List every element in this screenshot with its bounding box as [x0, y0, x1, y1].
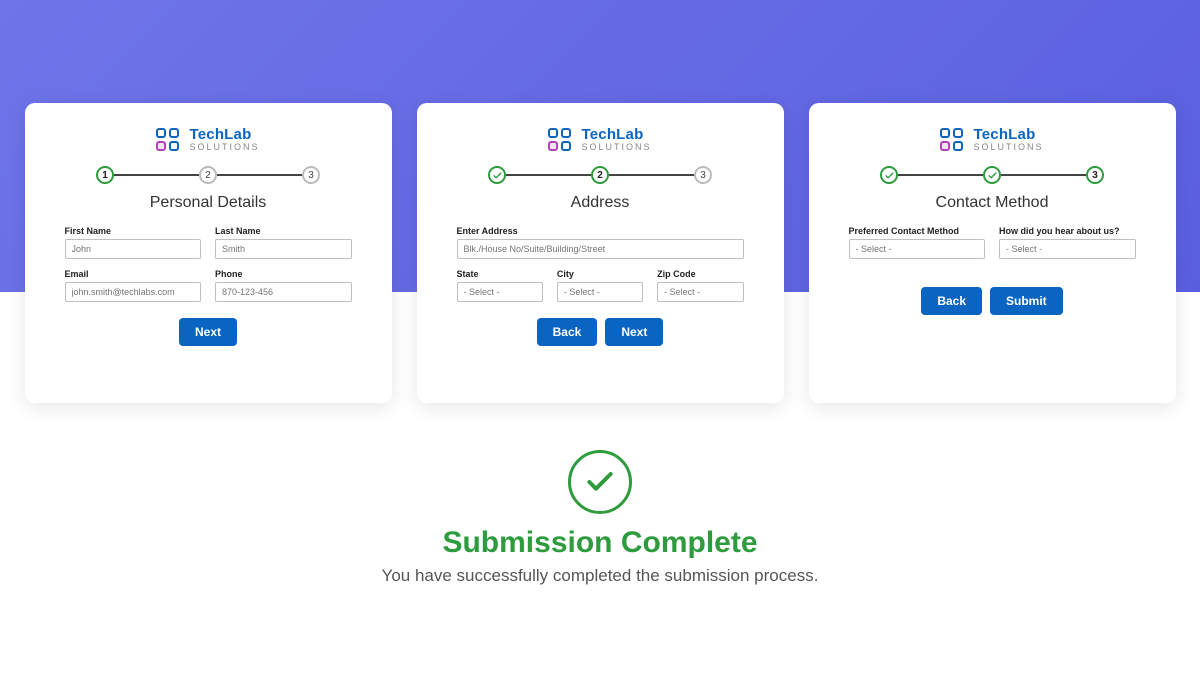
first-name-input[interactable] — [65, 239, 202, 259]
submission-complete: Submission Complete You have successfull… — [0, 450, 1200, 586]
brand-sub: SOLUTIONS — [973, 143, 1043, 152]
city-select[interactable] — [557, 282, 643, 302]
step-3: 3 — [302, 166, 320, 184]
success-check-icon — [568, 450, 632, 514]
brand-name: TechLab — [189, 127, 259, 143]
step-line — [1001, 174, 1086, 176]
check-icon — [492, 170, 503, 181]
brand-sub: SOLUTIONS — [189, 143, 259, 152]
complete-title: Submission Complete — [0, 526, 1200, 560]
card-address: TechLab SOLUTIONS 2 3 Address Enter Addr… — [417, 103, 784, 403]
field-phone: Phone — [215, 269, 352, 302]
back-button[interactable]: Back — [537, 318, 598, 346]
stepper: 3 — [849, 166, 1136, 184]
logo-mark-icon — [156, 128, 179, 151]
step-line — [217, 174, 302, 176]
hear-about-label: How did you hear about us? — [999, 226, 1136, 236]
email-input[interactable] — [65, 282, 202, 302]
email-label: Email — [65, 269, 202, 279]
zip-select[interactable] — [657, 282, 743, 302]
phone-label: Phone — [215, 269, 352, 279]
hear-about-select[interactable] — [999, 239, 1136, 259]
next-button[interactable]: Next — [179, 318, 237, 346]
state-select[interactable] — [457, 282, 543, 302]
step-line — [506, 174, 591, 176]
brand-logo: TechLab SOLUTIONS — [65, 127, 352, 152]
preferred-contact-select[interactable] — [849, 239, 986, 259]
brand-sub: SOLUTIONS — [581, 143, 651, 152]
brand-text: TechLab SOLUTIONS — [189, 127, 259, 152]
step-1-done — [880, 166, 898, 184]
field-address: Enter Address — [457, 226, 744, 259]
section-title: Personal Details — [65, 194, 352, 212]
phone-input[interactable] — [215, 282, 352, 302]
last-name-input[interactable] — [215, 239, 352, 259]
step-2: 2 — [591, 166, 609, 184]
step-2-done — [983, 166, 1001, 184]
address-input[interactable] — [457, 239, 744, 259]
step-line — [609, 174, 694, 176]
field-city: City — [557, 269, 643, 302]
logo-mark-icon — [940, 128, 963, 151]
submit-button[interactable]: Submit — [990, 287, 1063, 315]
section-title: Address — [457, 194, 744, 212]
preferred-contact-label: Preferred Contact Method — [849, 226, 986, 236]
address-label: Enter Address — [457, 226, 744, 236]
check-icon — [987, 170, 998, 181]
step-1-done — [488, 166, 506, 184]
city-label: City — [557, 269, 643, 279]
brand-text: TechLab SOLUTIONS — [581, 127, 651, 152]
step-line — [114, 174, 199, 176]
field-last-name: Last Name — [215, 226, 352, 259]
field-hear-about: How did you hear about us? — [999, 226, 1136, 259]
last-name-label: Last Name — [215, 226, 352, 236]
check-icon — [884, 170, 895, 181]
first-name-label: First Name — [65, 226, 202, 236]
logo-mark-icon — [548, 128, 571, 151]
field-state: State — [457, 269, 543, 302]
field-zip: Zip Code — [657, 269, 743, 302]
step-3: 3 — [1086, 166, 1104, 184]
brand-logo: TechLab SOLUTIONS — [849, 127, 1136, 152]
card-personal-details: TechLab SOLUTIONS 1 2 3 Personal Details… — [25, 103, 392, 403]
step-2: 2 — [199, 166, 217, 184]
step-line — [898, 174, 983, 176]
stepper: 2 3 — [457, 166, 744, 184]
back-button[interactable]: Back — [921, 287, 982, 315]
step-1: 1 — [96, 166, 114, 184]
field-first-name: First Name — [65, 226, 202, 259]
state-label: State — [457, 269, 543, 279]
section-title: Contact Method — [849, 194, 1136, 212]
brand-logo: TechLab SOLUTIONS — [457, 127, 744, 152]
stepper: 1 2 3 — [65, 166, 352, 184]
field-email: Email — [65, 269, 202, 302]
step-3: 3 — [694, 166, 712, 184]
brand-name: TechLab — [581, 127, 651, 143]
next-button[interactable]: Next — [605, 318, 663, 346]
field-preferred-contact: Preferred Contact Method — [849, 226, 986, 259]
complete-message: You have successfully completed the subm… — [0, 566, 1200, 586]
brand-text: TechLab SOLUTIONS — [973, 127, 1043, 152]
wizard-cards: TechLab SOLUTIONS 1 2 3 Personal Details… — [0, 103, 1200, 403]
card-contact-method: TechLab SOLUTIONS 3 Contact Method Prefe… — [809, 103, 1176, 403]
zip-label: Zip Code — [657, 269, 743, 279]
brand-name: TechLab — [973, 127, 1043, 143]
